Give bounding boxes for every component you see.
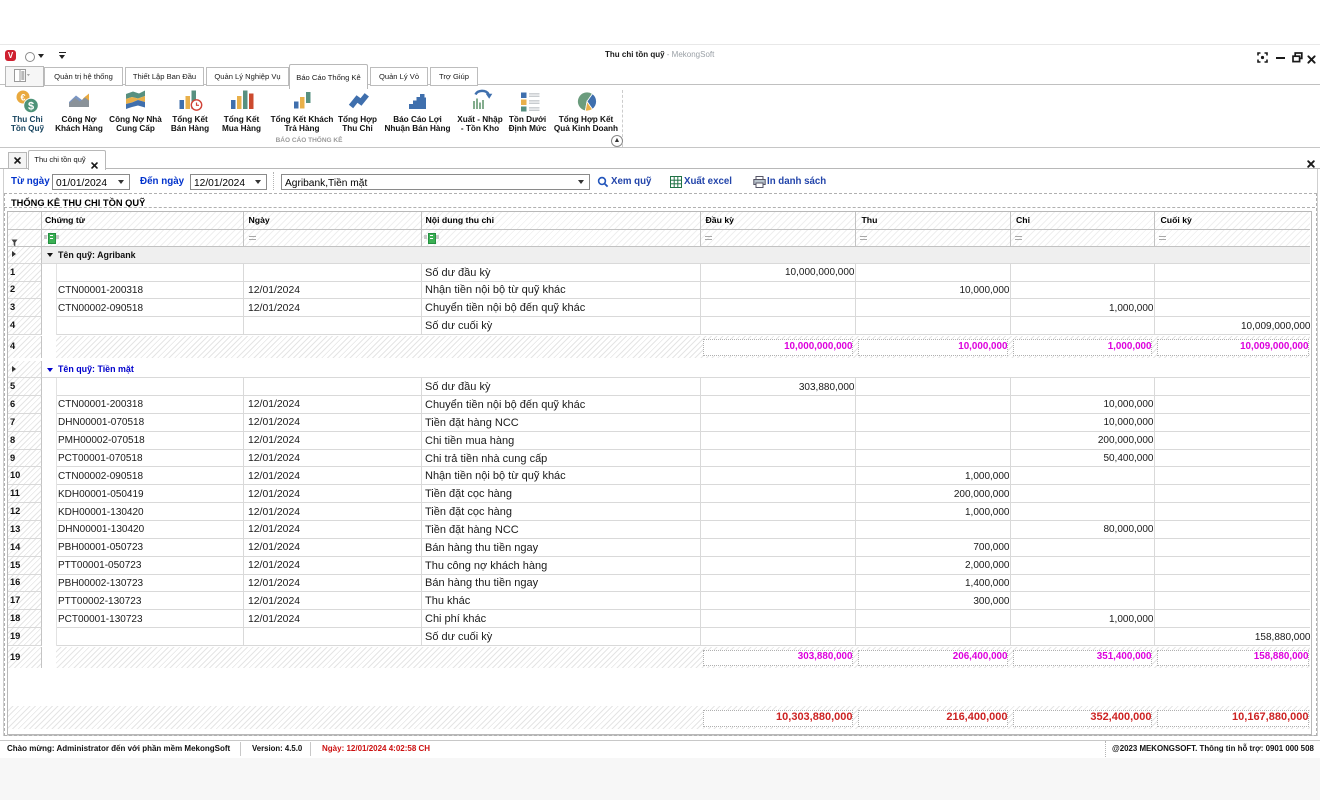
svg-text:€: € <box>20 93 25 103</box>
svg-text:$: $ <box>28 101 34 113</box>
